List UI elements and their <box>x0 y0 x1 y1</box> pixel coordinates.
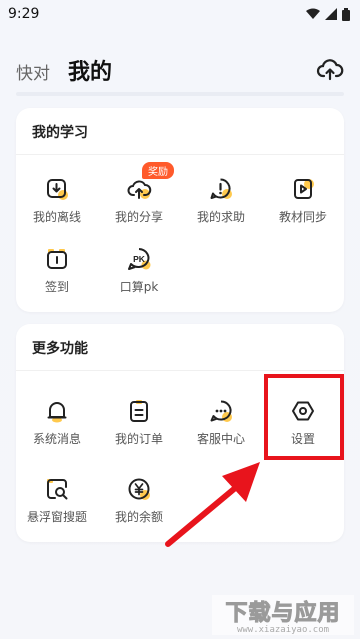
menu-item-system-messages[interactable]: 系统消息 <box>16 398 98 447</box>
menu-item-label: 我的订单 <box>114 432 163 446</box>
battery-icon <box>342 7 350 21</box>
menu-item-textbook[interactable]: 教材同步 <box>262 176 344 225</box>
signal-icon <box>325 8 337 20</box>
menu-item-label: 教材同步 <box>278 210 327 224</box>
card-divider <box>16 370 344 371</box>
menu-item-share[interactable]: 奖励 我的分享 <box>98 162 180 225</box>
menu-item-label: 我的离线 <box>32 210 81 224</box>
menu-item-label: 悬浮窗搜题 <box>26 510 87 524</box>
menu-item-offline[interactable]: 我的离线 <box>16 176 98 225</box>
menu-item-orders[interactable]: 我的订单 <box>98 398 180 447</box>
more-features-title: 更多功能 <box>32 341 88 357</box>
share-upload-icon <box>127 180 152 199</box>
top-header: 快对 我的 <box>0 50 360 90</box>
menu-item-label: 我的余额 <box>114 510 163 524</box>
site-watermark: 下载与应用 www.xiazaiyao.com <box>212 595 354 635</box>
menu-item-label: 系统消息 <box>32 432 81 446</box>
tab-mine[interactable]: 我的 <box>68 54 112 90</box>
my-study-card: 我的学习 我的离线 奖励 我的分享 我的求助 教材同步 签到 PK 口算pk <box>16 108 344 312</box>
menu-item-floating-search[interactable]: 悬浮窗搜题 <box>16 476 98 525</box>
menu-item-customer-service[interactable]: 客服中心 <box>180 398 262 447</box>
my-study-title: 我的学习 <box>32 125 88 141</box>
order-clipboard-icon <box>130 400 148 422</box>
status-time: 9:29 <box>8 6 40 22</box>
download-box-icon <box>47 179 68 200</box>
menu-item-label: 口算pk <box>119 280 159 294</box>
bell-icon <box>47 402 67 423</box>
menu-item-help[interactable]: 我的求助 <box>180 176 262 225</box>
wifi-icon <box>306 8 320 19</box>
textbook-play-icon <box>294 179 314 199</box>
help-exclaim-icon <box>210 178 232 199</box>
svg-text:PK: PK <box>133 254 146 264</box>
menu-item-label: 签到 <box>44 280 69 294</box>
status-icons <box>306 7 350 21</box>
floating-search-icon <box>47 479 68 500</box>
menu-item-label: 我的分享 <box>114 210 163 224</box>
tab-kuaidui[interactable]: 快对 <box>16 59 50 90</box>
pk-icon: PK <box>128 248 151 270</box>
watermark-title: 下载与应用 <box>225 601 341 627</box>
chat-bubble-icon <box>210 400 232 422</box>
menu-item-label: 客服中心 <box>196 432 245 446</box>
menu-item-checkin[interactable]: 签到 <box>16 246 98 295</box>
header-divider <box>16 92 344 96</box>
status-bar: 9:29 <box>0 0 360 28</box>
card-divider <box>16 154 344 155</box>
checkin-calendar-icon <box>47 249 67 269</box>
cloud-upload-icon[interactable] <box>316 56 344 84</box>
menu-item-pk[interactable]: PK 口算pk <box>98 246 180 295</box>
watermark-url: www.xiazaiyao.com <box>236 625 330 635</box>
annotation-arrow <box>165 462 260 547</box>
highlight-box <box>264 374 344 460</box>
menu-item-label: 我的求助 <box>196 210 245 224</box>
yuan-coin-icon <box>128 478 150 500</box>
